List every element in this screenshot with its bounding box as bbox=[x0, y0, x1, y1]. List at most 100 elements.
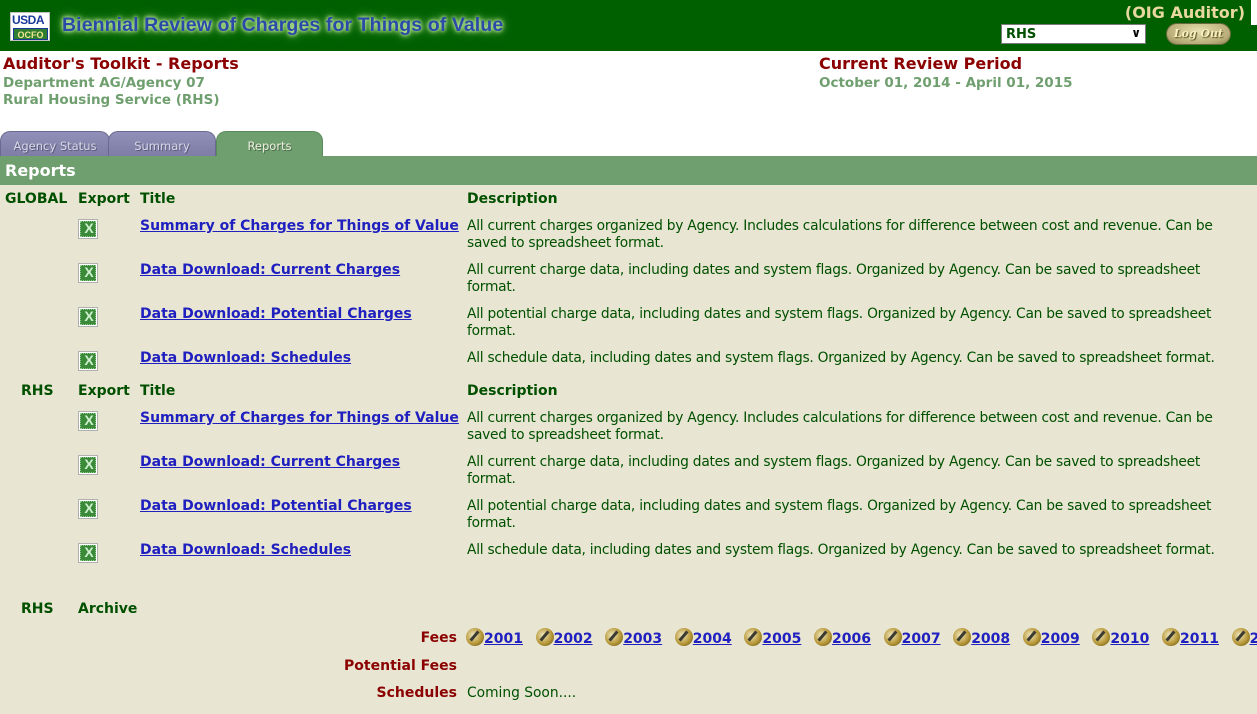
archive-coin-icon bbox=[1022, 628, 1041, 646]
archive-year-label: 2004 bbox=[692, 631, 732, 647]
archive-year-link[interactable]: 2004 bbox=[674, 628, 732, 648]
excel-export-icon[interactable]: X bbox=[78, 263, 98, 283]
archive-year-link[interactable]: 2007 bbox=[883, 628, 941, 648]
archive-coin-icon bbox=[674, 628, 693, 646]
archive-coin-icon bbox=[535, 628, 554, 646]
archive-coin-icon bbox=[1231, 628, 1250, 646]
archive-year-link[interactable]: 2010 bbox=[1092, 628, 1149, 648]
report-description: All potential charge data, including dat… bbox=[467, 498, 1257, 532]
description-line: format. bbox=[467, 279, 516, 295]
report-link[interactable]: Data Download: Current Charges bbox=[140, 454, 400, 470]
report-link[interactable]: Data Download: Schedules bbox=[140, 350, 351, 366]
report-link[interactable]: Data Download: Schedules bbox=[140, 542, 351, 558]
archive-year-link[interactable]: 2009 bbox=[1022, 628, 1080, 648]
archive-year-label: 2011 bbox=[1180, 631, 1219, 647]
column-header-title: Title bbox=[140, 191, 176, 207]
description-line: format. bbox=[467, 323, 516, 339]
archive-year-link[interactable]: 2001 bbox=[466, 628, 523, 648]
description-line: saved to spreadsheet format. bbox=[467, 235, 664, 251]
column-header-description: Description bbox=[467, 191, 558, 207]
archive-year-link[interactable]: 2005 bbox=[744, 628, 801, 648]
excel-export-icon[interactable]: X bbox=[78, 543, 98, 563]
archive-year-label: 2009 bbox=[1040, 631, 1080, 647]
archive-year-label: 2007 bbox=[901, 631, 941, 647]
group-scope-global: GLOBAL bbox=[5, 191, 68, 207]
column-header-description: Description bbox=[467, 383, 558, 399]
review-period-heading: Current Review Period bbox=[819, 54, 1023, 73]
archive-label: Archive bbox=[78, 601, 138, 617]
archive-year-label: 2010 bbox=[1110, 631, 1150, 647]
description-line: All current charge data, including dates… bbox=[467, 262, 1201, 278]
excel-export-icon[interactable]: X bbox=[78, 351, 98, 371]
archive-year-label: 2002 bbox=[553, 631, 593, 647]
report-link[interactable]: Summary of Charges for Things of Value bbox=[140, 410, 459, 426]
archive-year-link[interactable]: 2003 bbox=[605, 628, 662, 648]
excel-export-icon[interactable]: X bbox=[78, 499, 98, 519]
archive-year-label: 2001 bbox=[484, 631, 523, 647]
tab-reports[interactable]: Reports bbox=[216, 131, 323, 157]
description-line: All potential charge data, including dat… bbox=[467, 306, 1212, 322]
report-description: All schedule data, including dates and s… bbox=[467, 542, 1257, 559]
usda-ocfo-logo: USDA OCFO bbox=[10, 12, 50, 41]
archive-coin-icon bbox=[605, 628, 624, 646]
fees-label: Fees bbox=[420, 630, 457, 646]
archive-coin-icon bbox=[1092, 628, 1111, 646]
logo-usda-text: USDA bbox=[12, 13, 45, 27]
description-line: All potential charge data, including dat… bbox=[467, 498, 1212, 514]
archive-coin-icon bbox=[953, 628, 972, 646]
report-description: All current charge data, including dates… bbox=[467, 454, 1257, 488]
excel-export-icon[interactable]: X bbox=[78, 219, 98, 239]
archive-year-label: 2006 bbox=[832, 631, 871, 647]
description-line: format. bbox=[467, 515, 516, 531]
column-header-export: Export bbox=[78, 383, 130, 399]
description-line: All current charges organized by Agency.… bbox=[467, 218, 1213, 234]
archive-year-link[interactable]: 2008 bbox=[953, 628, 1010, 648]
report-link[interactable]: Summary of Charges for Things of Value bbox=[140, 218, 459, 234]
logout-button[interactable]: Log Out bbox=[1166, 23, 1231, 45]
window-edge bbox=[1251, 0, 1257, 25]
report-description: All current charge data, including dates… bbox=[467, 262, 1257, 296]
excel-export-icon[interactable]: X bbox=[78, 411, 98, 431]
archive-coin-icon bbox=[1162, 628, 1180, 646]
description-line: All schedule data, including dates and s… bbox=[467, 542, 1215, 558]
archive-year-label: 2012 bbox=[1249, 631, 1257, 647]
archive-year-link[interactable]: 2012 bbox=[1231, 628, 1257, 648]
report-link[interactable]: Data Download: Current Charges bbox=[140, 262, 400, 278]
report-link[interactable]: Data Download: Potential Charges bbox=[140, 498, 412, 514]
report-description: All current charges organized by Agency.… bbox=[467, 218, 1257, 252]
description-line: saved to spreadsheet format. bbox=[467, 427, 664, 443]
excel-export-icon[interactable]: X bbox=[78, 307, 98, 327]
department-label: Department AG/Agency 07 bbox=[3, 75, 205, 91]
description-line: All schedule data, including dates and s… bbox=[467, 350, 1215, 366]
archive-year-label: 2005 bbox=[762, 631, 802, 647]
tab-agency-status[interactable]: Agency Status bbox=[0, 131, 110, 157]
archive-coin-icon bbox=[744, 628, 763, 646]
group-scope-rhs: RHS bbox=[21, 383, 54, 399]
report-description: All potential charge data, including dat… bbox=[467, 306, 1257, 340]
page-heading: Auditor's Toolkit - Reports bbox=[3, 54, 239, 73]
report-description: All current charges organized by Agency.… bbox=[467, 410, 1257, 444]
chevron-down-icon: ∨ bbox=[1131, 26, 1141, 40]
description-line: All current charges organized by Agency.… bbox=[467, 410, 1213, 426]
schedules-status: Coming Soon.... bbox=[467, 685, 577, 701]
archive-coin-icon bbox=[466, 628, 484, 646]
tab-summary[interactable]: Summary bbox=[108, 131, 216, 157]
potential-fees-label: Potential Fees bbox=[344, 658, 457, 674]
archive-year-label: 2008 bbox=[971, 631, 1011, 647]
review-period-dates: October 01, 2014 - April 01, 2015 bbox=[819, 75, 1073, 91]
report-description: All schedule data, including dates and s… bbox=[467, 350, 1257, 367]
archive-coin-icon bbox=[814, 628, 832, 646]
header-bar: USDA OCFO Biennial Review of Charges for… bbox=[0, 0, 1257, 51]
archive-coin-icon bbox=[883, 628, 902, 646]
column-header-export: Export bbox=[78, 191, 130, 207]
column-header-title: Title bbox=[140, 383, 176, 399]
app-title: Biennial Review of Charges for Things of… bbox=[62, 14, 504, 36]
agency-select[interactable]: RHS ∨ bbox=[1001, 24, 1146, 44]
archive-year-link[interactable]: 2006 bbox=[814, 628, 871, 648]
archive-year-link[interactable]: 2002 bbox=[535, 628, 593, 648]
agency-select-value: RHS bbox=[1006, 27, 1037, 42]
excel-export-icon[interactable]: X bbox=[78, 455, 98, 475]
report-link[interactable]: Data Download: Potential Charges bbox=[140, 306, 412, 322]
archive-year-link[interactable]: 2011 bbox=[1162, 628, 1219, 648]
schedules-label: Schedules bbox=[376, 685, 457, 701]
